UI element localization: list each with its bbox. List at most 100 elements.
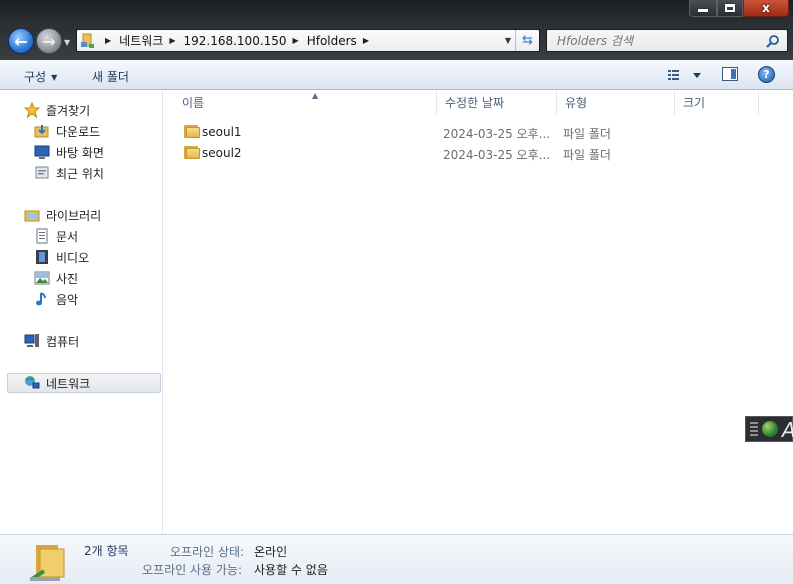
file-modified: 2024-03-25 오후...: [443, 127, 551, 141]
column-name-label: 이름: [182, 96, 205, 110]
shared-folder-icon: [30, 545, 65, 581]
details-pane: 2개 항목 오프라인 상태: 온라인 오프라인 사용 가능: 사용할 수 없음: [0, 534, 793, 584]
title-bar: x ← → ▼ ▶ 네트워크 ▶ 192.168.100.150 ▶ Hfold…: [0, 0, 793, 60]
nav-computer[interactable]: 컴퓨터: [24, 331, 79, 351]
refresh-icon: ⇆: [522, 33, 533, 48]
nav-downloads-label: 다운로드: [56, 124, 101, 139]
breadcrumb-hfolders[interactable]: Hfolders: [307, 34, 357, 48]
back-button[interactable]: ←: [8, 28, 34, 54]
column-header-size[interactable]: 크기: [675, 91, 759, 115]
nav-recent[interactable]: 최근 위치: [34, 163, 104, 183]
desktop-icon: [34, 145, 50, 159]
column-header-name[interactable]: ▲ 이름: [174, 91, 437, 115]
file-row[interactable]: seoul1 2024-03-25 오후... 파일 폴더: [164, 122, 793, 143]
refresh-button[interactable]: ⇆: [515, 30, 539, 51]
nav-downloads[interactable]: 다운로드: [34, 121, 100, 141]
nav-videos-label: 비디오: [56, 250, 90, 265]
widget-letter: A: [782, 418, 793, 442]
nav-documents[interactable]: 문서: [34, 226, 78, 246]
network-folder-icon: [77, 30, 99, 51]
search-input[interactable]: [547, 30, 757, 51]
nav-favorites[interactable]: 즐겨찾기: [24, 100, 90, 120]
column-size-label: 크기: [683, 96, 706, 110]
file-row[interactable]: seoul2 2024-03-25 오후... 파일 폴더: [164, 143, 793, 164]
nav-music-label: 음악: [56, 292, 79, 307]
download-folder-icon: [34, 125, 49, 138]
offline-availability-label: 오프라인 사용 가능:: [142, 563, 242, 577]
search-box[interactable]: [546, 29, 788, 52]
change-view-button[interactable]: [668, 68, 708, 82]
navigation-pane: 즐겨찾기 다운로드 바탕 화면 최근 위치 라이브러리 문서 비디오 사진 음악…: [0, 91, 163, 534]
column-header-modified[interactable]: 수정한 날짜: [437, 91, 557, 115]
arrow-right-icon: →: [42, 31, 56, 51]
organize-menu[interactable]: 구성 ▼: [24, 68, 57, 85]
nav-computer-label: 컴퓨터: [46, 334, 80, 349]
offline-status-label: 오프라인 상태:: [170, 545, 245, 559]
view-list-icon: [668, 70, 701, 80]
file-list: ▲ 이름 수정한 날짜 유형 크기 seoul1 2024-03-25 오후..…: [164, 91, 793, 534]
folder-icon: [184, 145, 200, 161]
floating-toolbar-widget[interactable]: A: [745, 416, 793, 442]
nav-favorites-label: 즐겨찾기: [46, 103, 91, 118]
recent-places-icon: [35, 166, 49, 179]
music-note-icon: [36, 292, 46, 306]
forward-button[interactable]: →: [36, 28, 62, 54]
close-icon: x: [762, 1, 770, 15]
maximize-icon: [725, 4, 735, 12]
chevron-down-icon: ▼: [51, 73, 58, 82]
star-icon: [24, 102, 40, 118]
organize-label: 구성: [24, 70, 47, 84]
breadcrumb-separator-icon[interactable]: ▶: [169, 36, 175, 45]
breadcrumb-separator-icon[interactable]: ▶: [363, 36, 369, 45]
nav-music[interactable]: 음악: [34, 289, 78, 309]
nav-libraries[interactable]: 라이브러리: [24, 205, 101, 225]
search-icon[interactable]: [766, 34, 780, 48]
offline-status-value: 온라인: [254, 545, 288, 559]
network-icon: [25, 376, 40, 389]
help-button[interactable]: ?: [758, 66, 775, 83]
nav-recent-label: 최근 위치: [56, 166, 104, 181]
file-type: 파일 폴더: [563, 148, 611, 162]
computer-icon: [24, 334, 39, 347]
close-button[interactable]: x: [743, 0, 789, 17]
globe-icon: [762, 421, 778, 437]
command-bar: 구성 ▼ 새 폴더 ?: [0, 60, 793, 90]
help-icon: ?: [763, 68, 770, 81]
breadcrumb-separator-icon[interactable]: ▶: [293, 36, 299, 45]
nav-network-label: 네트워크: [46, 376, 91, 391]
window-controls: x: [689, 0, 789, 17]
arrow-left-icon: ←: [14, 31, 28, 51]
library-icon: [24, 210, 40, 222]
new-folder-button[interactable]: 새 폴더: [92, 68, 129, 85]
column-type-label: 유형: [565, 96, 588, 110]
nav-pictures[interactable]: 사진: [34, 268, 78, 288]
nav-videos[interactable]: 비디오: [34, 247, 89, 267]
offline-availability-value: 사용할 수 없음: [254, 563, 328, 577]
video-icon: [36, 250, 48, 264]
item-count: 2개 항목: [84, 544, 129, 558]
nav-pictures-label: 사진: [56, 271, 79, 286]
preview-pane-button[interactable]: [722, 67, 738, 81]
breadcrumb-separator-icon[interactable]: ▶: [105, 36, 111, 45]
minimize-icon: [698, 9, 708, 12]
drag-handle-icon[interactable]: [750, 422, 758, 436]
column-modified-label: 수정한 날짜: [445, 96, 505, 110]
nav-network[interactable]: 네트워크: [7, 373, 161, 393]
file-modified: 2024-03-25 오후...: [443, 148, 551, 162]
minimize-button[interactable]: [689, 0, 717, 17]
folder-icon: [184, 124, 200, 140]
breadcrumb-host[interactable]: 192.168.100.150: [183, 34, 286, 48]
file-type: 파일 폴더: [563, 127, 611, 141]
address-bar[interactable]: ▶ 네트워크 ▶ 192.168.100.150 ▶ Hfolders ▶ ▼ …: [76, 29, 540, 52]
breadcrumb-network[interactable]: 네트워크: [119, 32, 163, 49]
file-name: seoul1: [202, 125, 242, 139]
column-header-type[interactable]: 유형: [557, 91, 675, 115]
nav-desktop-label: 바탕 화면: [56, 145, 104, 160]
nav-desktop[interactable]: 바탕 화면: [34, 142, 104, 162]
nav-libraries-label: 라이브러리: [46, 208, 102, 223]
address-dropdown-icon[interactable]: ▼: [505, 36, 511, 45]
file-name: seoul2: [202, 146, 242, 160]
recent-pages-dropdown[interactable]: ▼: [64, 38, 74, 47]
maximize-button[interactable]: [717, 0, 743, 17]
sort-ascending-icon: ▲: [312, 91, 319, 100]
